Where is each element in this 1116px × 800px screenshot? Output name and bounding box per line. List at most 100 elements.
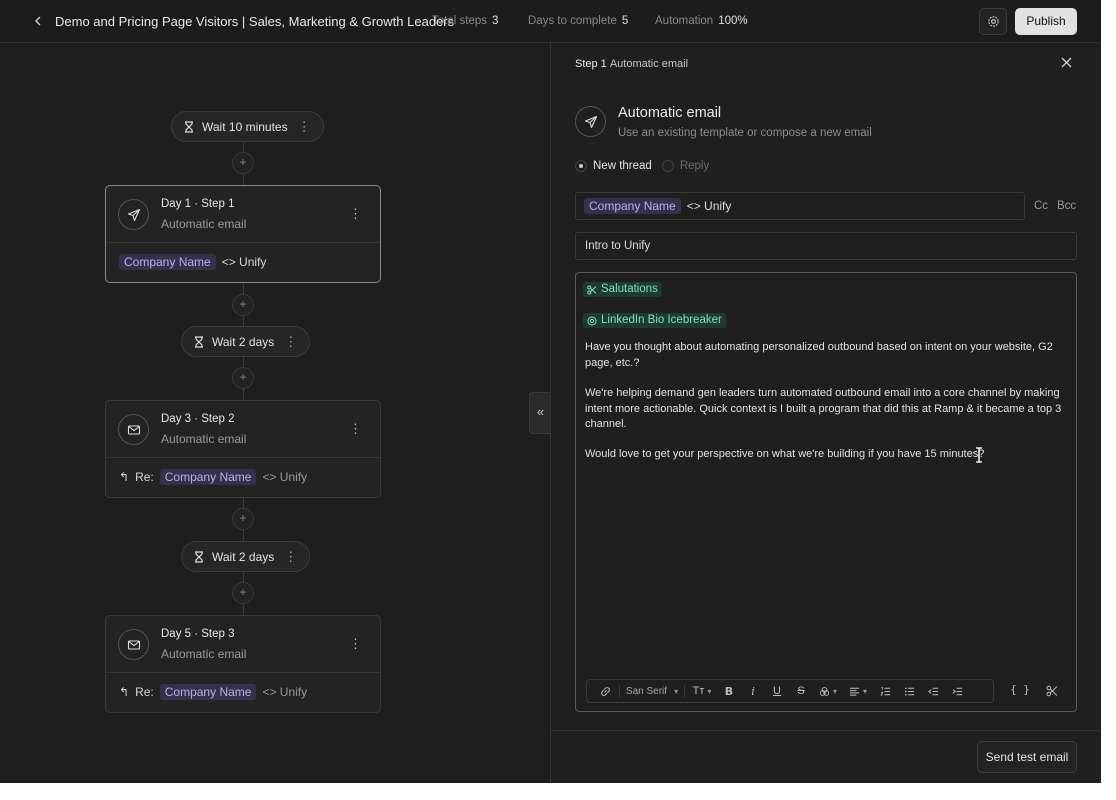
back-button[interactable] [30,12,46,30]
settings-button[interactable] [979,8,1007,35]
close-button[interactable] [1060,56,1076,72]
step-type: Automatic email [609,58,689,70]
indent-button[interactable] [945,680,969,702]
step-title: Day 5 · Step 3 [161,628,235,640]
thread-mode-radio-group: New thread Reply [575,160,709,172]
italic-button[interactable]: i [741,680,765,702]
step-card-2[interactable]: Day 3 · Step 2 Automatic email ⋮ ↰ Re: C… [105,400,381,498]
step-card-3[interactable]: Day 5 · Step 3 Automatic email ⋮ ↰ Re: C… [105,615,381,713]
mail-icon [118,414,149,445]
publish-button[interactable]: Publish [1015,8,1077,35]
chevron-down-icon: ▾ [707,686,712,696]
subject-suffix: <> Unify [262,685,308,699]
more-options-icon[interactable]: ⋮ [349,636,362,652]
more-options-icon[interactable]: ⋮ [298,119,311,135]
toolbar-divider [684,685,685,697]
link-icon [600,686,610,696]
chevron-down-icon: ▾ [674,686,679,696]
total-steps-label: Total steps [432,15,487,27]
insert-variable-button[interactable]: { } [1009,683,1031,699]
hourglass-icon [185,120,193,133]
send-test-email-button[interactable]: Send test email [977,741,1077,773]
font-family-select[interactable]: San Serif ▾ [622,680,682,702]
gear-icon [987,16,999,27]
ordered-list-button[interactable] [873,680,897,702]
outdent-button[interactable] [921,680,945,702]
wait-step-2[interactable]: Wait 2 days ⋮ [181,326,311,357]
variable-chip: Company Name [119,254,216,270]
wait-label: Wait 2 days [212,334,275,349]
automation-stat: Automation 100% [655,15,748,27]
wait-step-1[interactable]: Wait 10 minutes ⋮ [171,111,324,142]
add-step-button[interactable]: + [232,294,254,316]
subject-field[interactable]: Intro to Unify [575,232,1077,260]
more-options-icon[interactable]: ⋮ [284,334,297,350]
radio-reply[interactable]: Reply [661,160,709,172]
add-step-button[interactable]: + [232,367,254,389]
toolbar-divider [619,685,620,697]
days-value: 5 [621,15,629,27]
email-body-editor[interactable]: Salutations LinkedIn Bio Icebreaker Have… [575,272,1077,712]
text-color-select[interactable]: ▾ [813,680,843,702]
variable-chip: Company Name [159,684,257,700]
body-paragraph: We're helping demand gen leaders turn au… [585,387,1062,430]
cc-button[interactable]: Cc [1034,200,1048,212]
insert-snippet-button[interactable] [1042,683,1062,699]
text-size-select[interactable]: Tт ▾ [687,680,717,702]
body-paragraph: Have you thought about automating person… [585,341,1053,369]
variable-chip: Company Name [584,198,681,214]
panel-step-label: Step 1 Automatic email [575,58,688,70]
indent-icon [952,687,962,695]
add-step-button[interactable]: + [232,582,254,604]
step-title: Day 1 · Step 1 [161,198,235,210]
step-card-1[interactable]: Day 1 · Step 1 Automatic email ⋮ Company… [105,185,381,283]
radio-dot [575,160,587,172]
body-paragraph: Would love to get your perspective on wh… [585,448,985,460]
more-options-icon[interactable]: ⋮ [349,421,362,437]
bullet-list-button[interactable] [897,680,921,702]
add-step-button[interactable]: + [232,152,254,174]
snippet-chip-linkedin-icebreaker[interactable]: LinkedIn Bio Icebreaker [583,313,726,328]
underline-button[interactable]: U [765,680,789,702]
sequence-canvas: Wait 10 minutes ⋮ + Day 1 · Step 1 Autom… [0,43,550,783]
more-options-icon[interactable]: ⋮ [349,206,362,222]
step-subtitle: Automatic email [161,217,247,231]
close-icon [1061,57,1072,68]
subject-suffix: <> Unify [262,470,308,484]
collapse-panel-button[interactable]: « [529,392,551,434]
hourglass-icon [195,335,203,348]
bullet-list-icon [904,686,914,696]
more-options-icon[interactable]: ⋮ [284,549,297,565]
add-step-button[interactable]: + [232,508,254,530]
scissors-icon [587,285,597,294]
automation-label: Automation [655,15,714,27]
step-editor-panel: Step 1 Automatic email Automatic email Us… [550,43,1101,783]
scissors-icon [1046,685,1058,697]
align-select[interactable]: ▾ [843,680,873,702]
step-subject-preview: ↰ Re: Company Name <> Unify [106,458,380,496]
subject-suffix: <> Unify [221,255,267,269]
outdent-icon [927,687,938,695]
bcc-button[interactable]: Bcc [1057,200,1076,212]
bold-button[interactable]: B [717,680,741,702]
link-button[interactable] [593,680,617,702]
radio-new-thread[interactable]: New thread [575,160,652,172]
step-card-header: Day 3 · Step 2 Automatic email ⋮ [106,401,380,458]
wait-label: Wait 10 minutes [202,119,288,134]
panel-header: Step 1 Automatic email [551,43,1101,86]
chevron-left-icon [35,16,41,26]
formatting-toolbar: San Serif ▾ Tт ▾ B i U S ▾ ▾ [586,679,994,703]
wait-label: Wait 2 days [212,549,275,564]
days-to-complete-stat: Days to complete 5 [528,15,628,27]
top-bar: Demo and Pricing Page Visitors | Sales, … [0,0,1101,43]
strikethrough-button[interactable]: S [789,680,813,702]
variable-chip: Company Name [159,469,257,485]
subject-line-field[interactable]: Company Name <> Unify [575,192,1025,220]
wait-step-3[interactable]: Wait 2 days ⋮ [181,541,311,572]
reply-prefix: Re: [135,685,154,699]
subject-line-suffix: <> Unify [686,199,732,213]
snippet-chip-salutations[interactable]: Salutations [583,282,662,297]
step-subtitle: Automatic email [161,432,247,446]
panel-title: Automatic email [618,105,722,121]
step-subject-preview: ↰ Re: Company Name <> Unify [106,673,380,711]
